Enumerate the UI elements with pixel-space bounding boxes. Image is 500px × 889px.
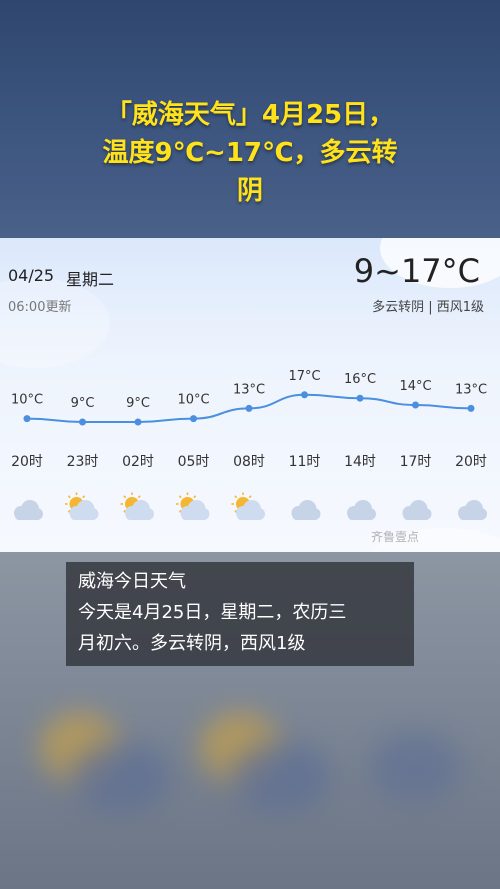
temperature-point — [79, 418, 86, 426]
time-label: 20时 — [455, 454, 487, 470]
temperature-point — [190, 415, 197, 423]
temperature-label: 17°C — [288, 369, 320, 384]
cloud-icon — [291, 500, 321, 520]
hourly-temperature-chart: 10°C 20时 9°C 23时 9°C 02时 10°C 05时 13°C 08时 17°C 11时… — [11, 369, 487, 520]
temperature-label: 13°C — [455, 382, 487, 397]
cloud-icon — [458, 500, 487, 520]
temperature-label: 9°C — [126, 396, 150, 411]
watermark: 齐鲁壹点 — [371, 530, 420, 544]
partly-cloudy-icon — [231, 492, 265, 520]
temperature-point — [412, 401, 419, 409]
temperature-label: 9°C — [71, 396, 95, 411]
caption-line-1: 威海今日天气 — [78, 571, 186, 592]
partly-cloudy-icon — [120, 492, 154, 520]
partly-cloudy-icon — [176, 492, 210, 520]
time-label: 05时 — [178, 454, 210, 470]
temperature-label: 13°C — [233, 382, 265, 397]
headline-line-3: 阴 — [236, 176, 263, 206]
headline: 「威海天气」4月25日， 温度9℃~17℃，多云转 阴 — [0, 96, 500, 210]
caption-box: 威海今日天气 今天是4月25日，星期二，农历三 月初六。多云转阴，西风1级 — [66, 562, 414, 666]
headline-line-2: 温度9℃~17℃，多云转 — [102, 138, 398, 168]
cloud-icon — [347, 500, 376, 520]
temperature-label: 10°C — [177, 393, 209, 408]
cloud-icon — [402, 500, 432, 520]
temperature-point — [356, 394, 364, 402]
temperature-point — [23, 415, 31, 423]
time-label: 08时 — [233, 454, 265, 470]
temperature-point — [245, 404, 253, 412]
time-label: 20时 — [11, 454, 43, 470]
cloud-icon — [14, 500, 43, 520]
caption-line-3: 月初六。多云转阴，西风1级 — [78, 633, 306, 654]
time-label: 17时 — [400, 454, 432, 470]
headline-line-1: 「威海天气」4月25日， — [105, 100, 395, 130]
weather-card: 04/25 星期二 06:00更新 9~17°C 多云转阴 | 西风1级 10°… — [0, 238, 500, 552]
temperature-point — [301, 391, 308, 399]
time-label: 14时 — [344, 454, 376, 470]
partly-cloudy-icon — [65, 492, 99, 520]
time-label: 02时 — [122, 454, 154, 470]
temperature-label: 16°C — [344, 372, 376, 387]
temperature-label: 10°C — [11, 393, 43, 408]
temperature-point — [467, 404, 475, 412]
time-label: 11时 — [289, 454, 321, 470]
time-label: 23时 — [67, 454, 99, 470]
temperature-label: 14°C — [399, 379, 431, 394]
temperature-point — [134, 418, 142, 426]
caption-line-2: 今天是4月25日，星期二，农历三 — [78, 602, 347, 623]
